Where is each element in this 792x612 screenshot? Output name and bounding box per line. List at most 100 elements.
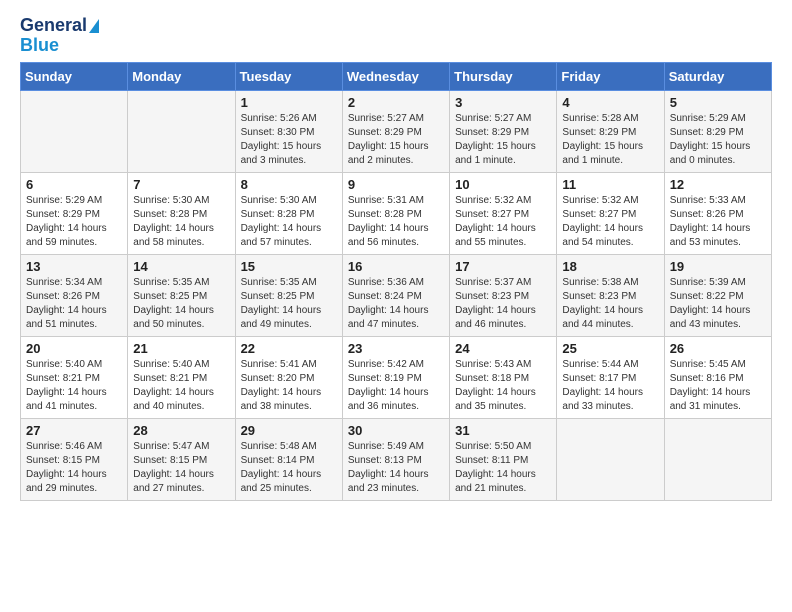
day-header-wednesday: Wednesday	[342, 62, 449, 90]
cell-info-text: Sunrise: 5:31 AM Sunset: 8:28 PM Dayligh…	[348, 194, 444, 250]
cell-info-text: Sunrise: 5:26 AM Sunset: 8:30 PM Dayligh…	[241, 112, 337, 168]
calendar-cell: 21Sunrise: 5:40 AM Sunset: 8:21 PM Dayli…	[128, 336, 235, 418]
calendar-cell: 29 Sunrise: 5:48 AM Sunset: 8:14 PM Dayli…	[235, 418, 342, 500]
calendar-cell: 5Sunrise: 5:29 AM Sunset: 8:29 PM Daylig…	[664, 90, 771, 172]
calendar-cell: 18 Sunrise: 5:38 AM Sunset: 8:23 PM Dayli…	[557, 254, 664, 336]
cell-day-number: 17	[455, 259, 551, 274]
cell-day-number: 21	[133, 341, 229, 356]
calendar-cell: 16 Sunrise: 5:36 AM Sunset: 8:24 PM Dayli…	[342, 254, 449, 336]
calendar-week-5: 27 Sunrise: 5:46 AM Sunset: 8:15 PM Dayli…	[21, 418, 772, 500]
calendar-cell	[21, 90, 128, 172]
calendar-cell: 28 Sunrise: 5:47 AM Sunset: 8:15 PM Dayli…	[128, 418, 235, 500]
cell-info-text: Sunrise: 5:48 AM Sunset: 8:14 PM Dayligh…	[241, 440, 337, 496]
cell-info-text: Sunrise: 5:41 AM Sunset: 8:20 PM Dayligh…	[241, 358, 337, 414]
cell-info-text: Sunrise: 5:43 AM Sunset: 8:18 PM Dayligh…	[455, 358, 551, 414]
logo-text-general: General	[20, 16, 87, 36]
cell-day-number: 22	[241, 341, 337, 356]
day-header-tuesday: Tuesday	[235, 62, 342, 90]
cell-info-text: Sunrise: 5:40 AM Sunset: 8:21 PM Dayligh…	[26, 358, 122, 414]
day-header-thursday: Thursday	[450, 62, 557, 90]
cell-info-text: Sunrise: 5:46 AM Sunset: 8:15 PM Dayligh…	[26, 440, 122, 496]
cell-day-number: 8	[241, 177, 337, 192]
calendar-cell	[128, 90, 235, 172]
cell-info-text: Sunrise: 5:49 AM Sunset: 8:13 PM Dayligh…	[348, 440, 444, 496]
cell-day-number: 24	[455, 341, 551, 356]
cell-info-text: Sunrise: 5:27 AM Sunset: 8:29 PM Dayligh…	[455, 112, 551, 168]
logo: General Blue	[20, 16, 99, 56]
calendar-cell: 6 Sunrise: 5:29 AM Sunset: 8:29 PM Daylig…	[21, 172, 128, 254]
calendar-cell: 14Sunrise: 5:35 AM Sunset: 8:25 PM Dayli…	[128, 254, 235, 336]
cell-day-number: 27	[26, 423, 122, 438]
page-header: General Blue	[20, 16, 772, 56]
cell-info-text: Sunrise: 5:32 AM Sunset: 8:27 PM Dayligh…	[455, 194, 551, 250]
cell-info-text: Sunrise: 5:30 AM Sunset: 8:28 PM Dayligh…	[241, 194, 337, 250]
calendar-cell: 22 Sunrise: 5:41 AM Sunset: 8:20 PM Dayli…	[235, 336, 342, 418]
calendar-cell: 2 Sunrise: 5:27 AM Sunset: 8:29 PM Daylig…	[342, 90, 449, 172]
calendar-cell: 19Sunrise: 5:39 AM Sunset: 8:22 PM Dayli…	[664, 254, 771, 336]
logo-text-blue: Blue	[20, 36, 59, 56]
cell-day-number: 15	[241, 259, 337, 274]
cell-info-text: Sunrise: 5:39 AM Sunset: 8:22 PM Dayligh…	[670, 276, 766, 332]
calendar-week-1: 1 Sunrise: 5:26 AM Sunset: 8:30 PM Daylig…	[21, 90, 772, 172]
calendar-week-2: 6 Sunrise: 5:29 AM Sunset: 8:29 PM Daylig…	[21, 172, 772, 254]
cell-info-text: Sunrise: 5:34 AM Sunset: 8:26 PM Dayligh…	[26, 276, 122, 332]
cell-day-number: 28	[133, 423, 229, 438]
cell-day-number: 9	[348, 177, 444, 192]
cell-info-text: Sunrise: 5:38 AM Sunset: 8:23 PM Dayligh…	[562, 276, 658, 332]
cell-day-number: 25	[562, 341, 658, 356]
cell-day-number: 13	[26, 259, 122, 274]
cell-day-number: 26	[670, 341, 766, 356]
cell-day-number: 18	[562, 259, 658, 274]
cell-day-number: 7	[133, 177, 229, 192]
calendar-header-row: SundayMondayTuesdayWednesdayThursdayFrid…	[21, 62, 772, 90]
calendar-week-4: 20 Sunrise: 5:40 AM Sunset: 8:21 PM Dayli…	[21, 336, 772, 418]
calendar-cell: 9 Sunrise: 5:31 AM Sunset: 8:28 PM Daylig…	[342, 172, 449, 254]
cell-day-number: 2	[348, 95, 444, 110]
cell-info-text: Sunrise: 5:29 AM Sunset: 8:29 PM Dayligh…	[670, 112, 766, 168]
cell-day-number: 29	[241, 423, 337, 438]
cell-info-text: Sunrise: 5:47 AM Sunset: 8:15 PM Dayligh…	[133, 440, 229, 496]
calendar-table: SundayMondayTuesdayWednesdayThursdayFrid…	[20, 62, 772, 501]
calendar-week-3: 13 Sunrise: 5:34 AM Sunset: 8:26 PM Dayli…	[21, 254, 772, 336]
cell-day-number: 31	[455, 423, 551, 438]
cell-day-number: 12	[670, 177, 766, 192]
cell-day-number: 1	[241, 95, 337, 110]
calendar-cell: 27 Sunrise: 5:46 AM Sunset: 8:15 PM Dayli…	[21, 418, 128, 500]
calendar-cell: 30Sunrise: 5:49 AM Sunset: 8:13 PM Dayli…	[342, 418, 449, 500]
cell-info-text: Sunrise: 5:33 AM Sunset: 8:26 PM Dayligh…	[670, 194, 766, 250]
cell-day-number: 20	[26, 341, 122, 356]
cell-info-text: Sunrise: 5:30 AM Sunset: 8:28 PM Dayligh…	[133, 194, 229, 250]
cell-day-number: 11	[562, 177, 658, 192]
calendar-cell	[557, 418, 664, 500]
cell-info-text: Sunrise: 5:35 AM Sunset: 8:25 PM Dayligh…	[133, 276, 229, 332]
calendar-cell: 20 Sunrise: 5:40 AM Sunset: 8:21 PM Dayli…	[21, 336, 128, 418]
calendar-cell	[664, 418, 771, 500]
cell-day-number: 6	[26, 177, 122, 192]
cell-info-text: Sunrise: 5:28 AM Sunset: 8:29 PM Dayligh…	[562, 112, 658, 168]
cell-info-text: Sunrise: 5:37 AM Sunset: 8:23 PM Dayligh…	[455, 276, 551, 332]
day-header-saturday: Saturday	[664, 62, 771, 90]
day-header-sunday: Sunday	[21, 62, 128, 90]
cell-info-text: Sunrise: 5:27 AM Sunset: 8:29 PM Dayligh…	[348, 112, 444, 168]
cell-day-number: 4	[562, 95, 658, 110]
cell-info-text: Sunrise: 5:50 AM Sunset: 8:11 PM Dayligh…	[455, 440, 551, 496]
calendar-cell: 23Sunrise: 5:42 AM Sunset: 8:19 PM Dayli…	[342, 336, 449, 418]
calendar-cell: 1 Sunrise: 5:26 AM Sunset: 8:30 PM Daylig…	[235, 90, 342, 172]
cell-day-number: 16	[348, 259, 444, 274]
calendar-cell: 8 Sunrise: 5:30 AM Sunset: 8:28 PM Daylig…	[235, 172, 342, 254]
cell-info-text: Sunrise: 5:32 AM Sunset: 8:27 PM Dayligh…	[562, 194, 658, 250]
cell-info-text: Sunrise: 5:36 AM Sunset: 8:24 PM Dayligh…	[348, 276, 444, 332]
calendar-cell: 25Sunrise: 5:44 AM Sunset: 8:17 PM Dayli…	[557, 336, 664, 418]
calendar-cell: 15Sunrise: 5:35 AM Sunset: 8:25 PM Dayli…	[235, 254, 342, 336]
cell-info-text: Sunrise: 5:29 AM Sunset: 8:29 PM Dayligh…	[26, 194, 122, 250]
calendar-cell: 3 Sunrise: 5:27 AM Sunset: 8:29 PM Daylig…	[450, 90, 557, 172]
day-header-monday: Monday	[128, 62, 235, 90]
calendar-cell: 10Sunrise: 5:32 AM Sunset: 8:27 PM Dayli…	[450, 172, 557, 254]
calendar-cell: 11 Sunrise: 5:32 AM Sunset: 8:27 PM Dayli…	[557, 172, 664, 254]
calendar-cell: 4 Sunrise: 5:28 AM Sunset: 8:29 PM Daylig…	[557, 90, 664, 172]
calendar-cell: 12 Sunrise: 5:33 AM Sunset: 8:26 PM Dayli…	[664, 172, 771, 254]
cell-day-number: 3	[455, 95, 551, 110]
calendar-cell: 13 Sunrise: 5:34 AM Sunset: 8:26 PM Dayli…	[21, 254, 128, 336]
calendar-cell: 17 Sunrise: 5:37 AM Sunset: 8:23 PM Dayli…	[450, 254, 557, 336]
cell-day-number: 23	[348, 341, 444, 356]
